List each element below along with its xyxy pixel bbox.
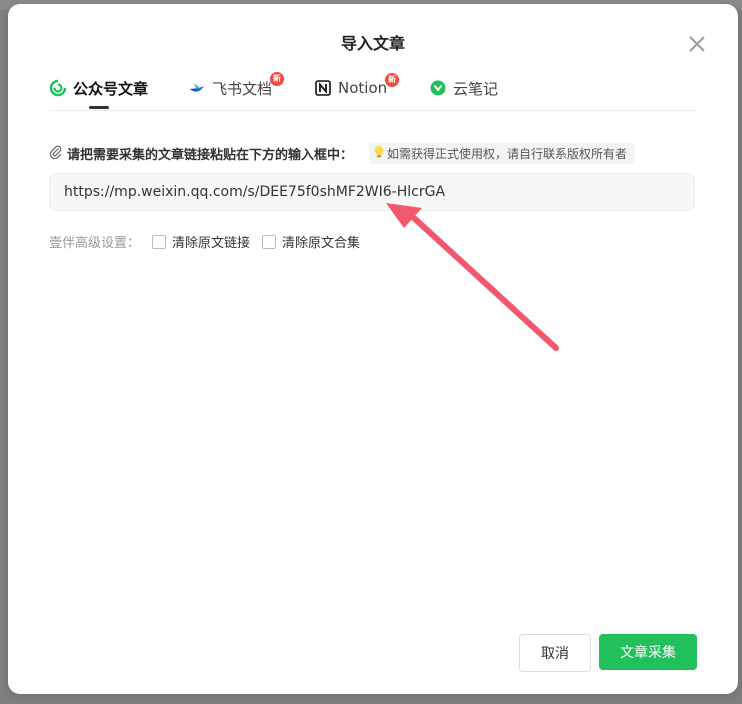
instruction-text: 请把需要采集的文章链接粘贴在下方的输入框中： xyxy=(67,148,354,163)
checkbox-box[interactable] xyxy=(262,234,277,249)
hint-text: 如需获得正式使用权，请自行联系版权所有者 xyxy=(387,147,628,161)
tab-label: 公众号文章 xyxy=(73,79,149,98)
collect-article-button[interactable]: 文章采集 xyxy=(599,634,697,670)
close-icon[interactable] xyxy=(688,35,706,53)
copyright-hint: 如需获得正式使用权，请自行联系版权所有者 xyxy=(369,143,636,164)
cloud-note-icon xyxy=(429,79,447,97)
checkbox-box[interactable] xyxy=(152,234,167,249)
checkbox-label: 清除原文合集 xyxy=(282,236,361,251)
tab-notion[interactable]: Notion 新 xyxy=(314,73,400,102)
import-article-dialog: 导入文章 公众号文章 飞书文档 新 Notion 新 云笔记 请把需要采集的文章… xyxy=(8,4,738,694)
advanced-settings-label: 壹伴高级设置： xyxy=(49,236,141,251)
remove-source-collection-checkbox[interactable]: 清除原文合集 xyxy=(262,232,360,251)
tab-label: Notion xyxy=(338,79,388,97)
wechat-article-icon xyxy=(49,79,67,97)
tab-wechat-article[interactable]: 公众号文章 xyxy=(49,74,148,102)
tab-feishu[interactable]: 飞书文档 新 xyxy=(188,71,285,102)
dialog-title: 导入文章 xyxy=(340,34,405,53)
new-badge: 新 xyxy=(270,71,285,86)
tab-label: 云笔记 xyxy=(453,79,499,98)
advanced-settings: 壹伴高级设置： 清除原文链接 清除原文合集 xyxy=(49,232,360,251)
paperclip-icon xyxy=(49,144,63,163)
instruction-row: 请把需要采集的文章链接粘贴在下方的输入框中： 如需获得正式使用权，请自行联系版权… xyxy=(49,143,636,164)
active-tab-indicator xyxy=(89,106,109,109)
checkbox-label: 清除原文链接 xyxy=(172,236,251,251)
tab-cloud-note[interactable]: 云笔记 xyxy=(429,74,498,102)
lightbulb-icon xyxy=(373,145,385,162)
notion-icon xyxy=(314,79,332,97)
remove-source-link-checkbox[interactable]: 清除原文链接 xyxy=(152,232,250,251)
source-tabs: 公众号文章 飞书文档 新 Notion 新 云笔记 xyxy=(49,70,697,111)
feishu-icon xyxy=(188,79,206,97)
new-badge: 新 xyxy=(385,73,400,87)
tab-label: 飞书文档 xyxy=(212,79,273,98)
cancel-button[interactable]: 取消 xyxy=(519,634,591,672)
article-url-input[interactable] xyxy=(49,173,695,211)
